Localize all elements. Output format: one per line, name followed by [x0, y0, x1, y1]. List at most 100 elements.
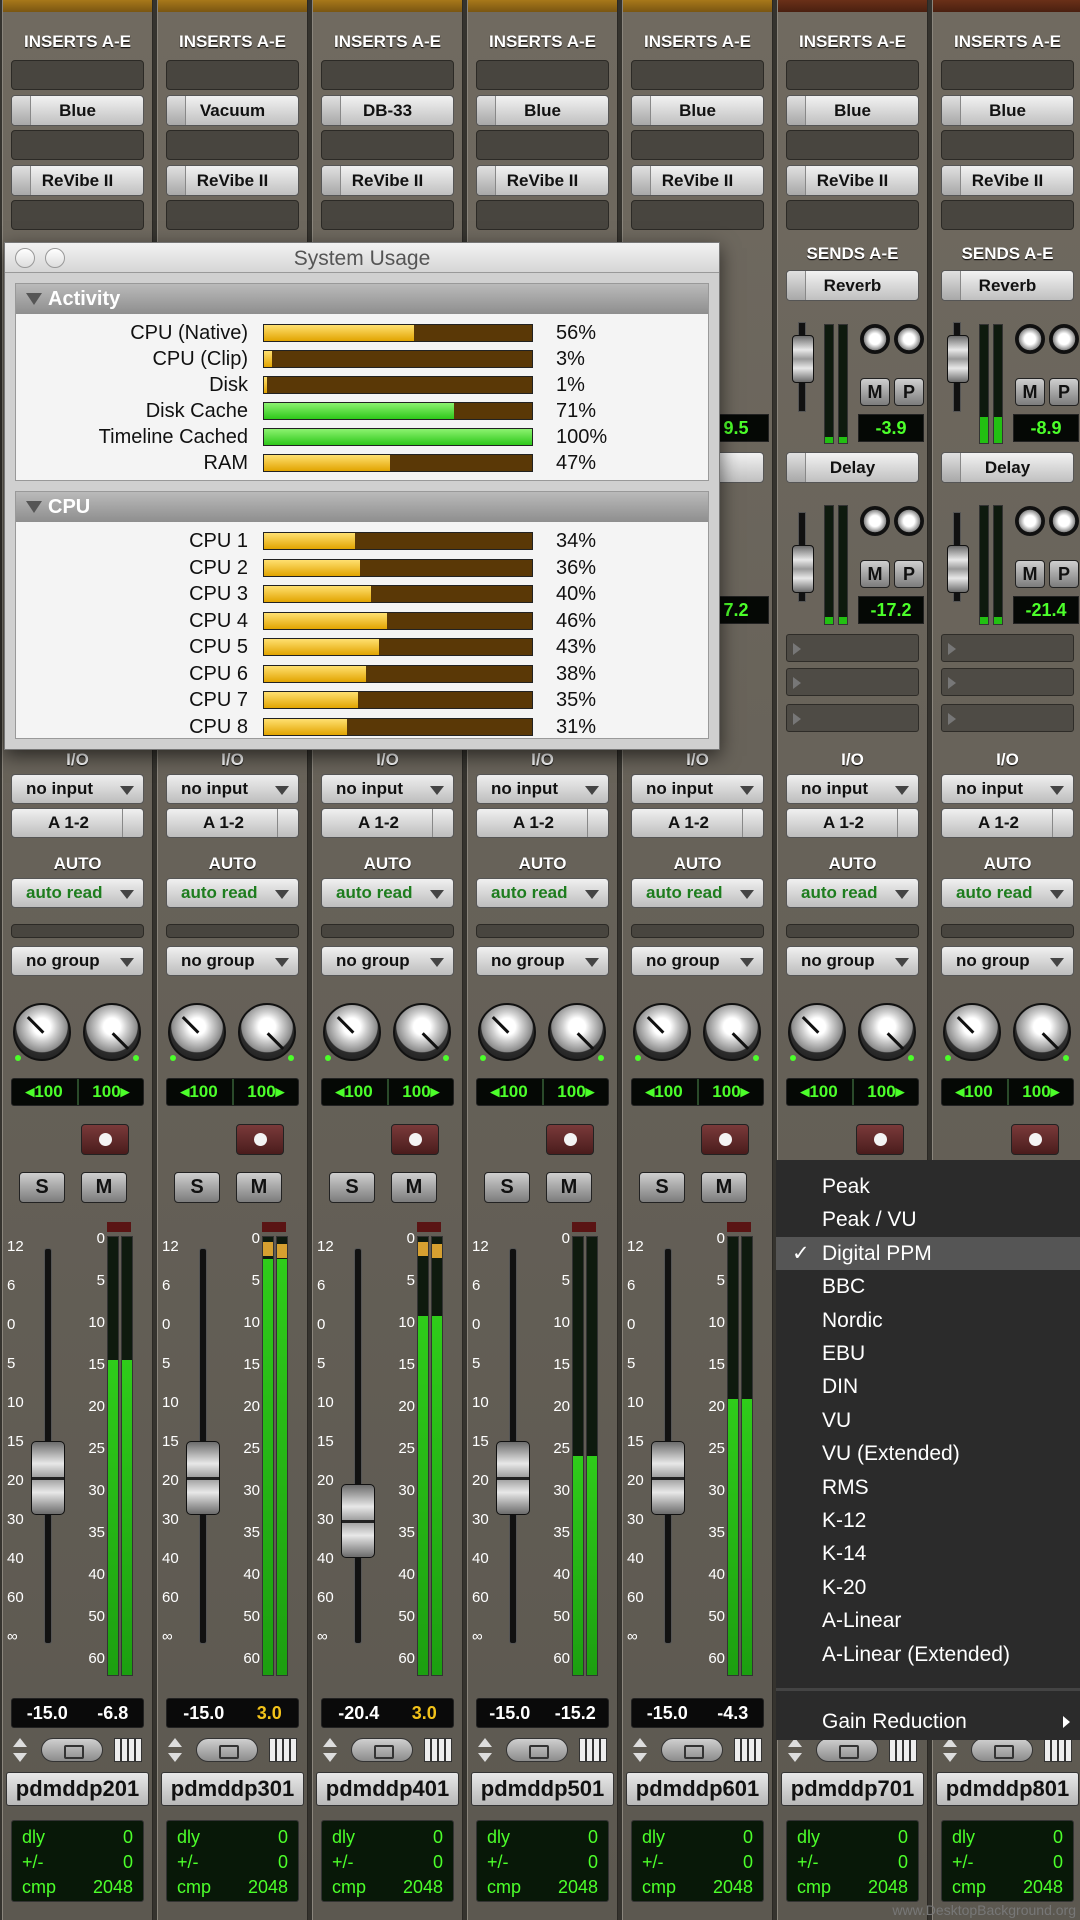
pan-left-knob[interactable] [633, 1003, 691, 1061]
input-selector[interactable]: no input [631, 774, 764, 804]
send-slot-empty[interactable] [786, 634, 919, 662]
menu-item[interactable]: A-Linear (Extended) [776, 1638, 1080, 1671]
pan-left-knob[interactable] [478, 1003, 536, 1061]
insert-slot-empty[interactable] [941, 130, 1074, 160]
insert-slot-empty[interactable] [166, 60, 299, 90]
width-toggle-icon[interactable] [633, 1738, 647, 1762]
insert-slot-empty[interactable] [476, 60, 609, 90]
send-a-level-knob[interactable] [1015, 324, 1045, 354]
solo-button[interactable]: S [484, 1172, 530, 1203]
pan-left-knob[interactable] [788, 1003, 846, 1061]
pan-right-knob[interactable] [83, 1003, 141, 1061]
insert-slot-b[interactable]: ReVibe II [941, 165, 1074, 196]
pan-left-knob[interactable] [943, 1003, 1001, 1061]
clip-indicator[interactable] [572, 1222, 596, 1232]
send-a-pan-knob[interactable] [894, 324, 924, 354]
insert-slot-b[interactable]: ReVibe II [786, 165, 919, 196]
send-a-pan-knob[interactable] [1049, 324, 1079, 354]
menu-item[interactable]: Peak [776, 1170, 1080, 1203]
insert-slot-empty[interactable] [476, 200, 609, 230]
peak-value[interactable]: -6.8 [97, 1699, 128, 1727]
insert-slot-empty[interactable] [786, 200, 919, 230]
group-selector[interactable]: no group [11, 946, 144, 976]
pan-left-knob[interactable] [323, 1003, 381, 1061]
window-link-icon[interactable] [661, 1738, 723, 1762]
send-b-mute-button[interactable]: M [860, 560, 890, 588]
output-selector[interactable]: A 1-2 [631, 808, 764, 838]
group-selector[interactable]: no group [786, 946, 919, 976]
record-enable-button[interactable] [1011, 1124, 1059, 1155]
menu-item[interactable]: K-12 [776, 1504, 1080, 1537]
width-toggle-icon[interactable] [478, 1738, 492, 1762]
track-name[interactable]: pdmddp501 [471, 1772, 614, 1806]
send-a-button[interactable]: Reverb [941, 270, 1074, 301]
mute-button[interactable]: M [546, 1172, 592, 1203]
insert-slot-empty[interactable] [321, 130, 454, 160]
send-slot-empty[interactable] [941, 704, 1074, 732]
volume-value[interactable]: -15.0 [27, 1699, 68, 1727]
send-b-pan-knob[interactable] [1049, 506, 1079, 536]
peak-value[interactable]: -4.3 [717, 1699, 748, 1727]
insert-slot-empty[interactable] [941, 200, 1074, 230]
clip-indicator[interactable] [262, 1222, 286, 1232]
record-enable-button[interactable] [701, 1124, 749, 1155]
menu-item[interactable]: K-14 [776, 1537, 1080, 1570]
send-b-button[interactable]: Delay [786, 452, 919, 483]
pan-left-knob[interactable] [13, 1003, 71, 1061]
input-selector[interactable]: no input [321, 774, 454, 804]
menu-item[interactable]: VU (Extended) [776, 1437, 1080, 1470]
solo-button[interactable]: S [19, 1172, 65, 1203]
insert-slot-b[interactable]: ReVibe II [631, 165, 764, 196]
width-toggle-icon[interactable] [168, 1738, 182, 1762]
insert-slot-empty[interactable] [321, 60, 454, 90]
volume-fader-cap[interactable] [31, 1440, 65, 1515]
width-toggle-icon[interactable] [943, 1738, 957, 1762]
send-b-mute-button[interactable]: M [1015, 560, 1045, 588]
track-name[interactable]: pdmddp601 [626, 1772, 769, 1806]
track-name[interactable]: pdmddp401 [316, 1772, 459, 1806]
track-name[interactable]: pdmddp701 [781, 1772, 924, 1806]
insert-slot-a[interactable]: Blue [631, 95, 764, 126]
insert-slot-empty[interactable] [166, 200, 299, 230]
midi-keyboard-icon[interactable] [1044, 1738, 1072, 1762]
automation-mode-selector[interactable]: auto read [476, 878, 609, 908]
midi-keyboard-icon[interactable] [579, 1738, 607, 1762]
pan-right-knob[interactable] [548, 1003, 606, 1061]
menu-item[interactable]: EBU [776, 1337, 1080, 1370]
automation-mode-selector[interactable]: auto read [11, 878, 144, 908]
window-link-icon[interactable] [506, 1738, 568, 1762]
track-name[interactable]: pdmddp201 [6, 1772, 149, 1806]
cpu-header[interactable]: CPU [16, 492, 708, 522]
solo-button[interactable]: S [639, 1172, 685, 1203]
record-enable-button[interactable] [81, 1124, 129, 1155]
menu-item[interactable]: Peak / VU [776, 1203, 1080, 1236]
automation-mode-selector[interactable]: auto read [321, 878, 454, 908]
send-slot-empty[interactable] [786, 668, 919, 696]
midi-keyboard-icon[interactable] [424, 1738, 452, 1762]
group-selector[interactable]: no group [631, 946, 764, 976]
width-toggle-icon[interactable] [323, 1738, 337, 1762]
midi-keyboard-icon[interactable] [889, 1738, 917, 1762]
send-a-fader-cap[interactable] [947, 335, 969, 383]
solo-button[interactable]: S [174, 1172, 220, 1203]
window-link-icon[interactable] [971, 1738, 1033, 1762]
send-a-mute-button[interactable]: M [860, 378, 890, 406]
volume-fader-cap[interactable] [651, 1440, 685, 1515]
send-b-level-knob[interactable] [860, 506, 890, 536]
insert-slot-a[interactable]: Blue [476, 95, 609, 126]
volume-fader-cap[interactable] [496, 1440, 530, 1515]
clip-indicator[interactable] [727, 1222, 751, 1232]
pan-right-knob[interactable] [1013, 1003, 1071, 1061]
insert-slot-b[interactable]: ReVibe II [476, 165, 609, 196]
clip-indicator[interactable] [107, 1222, 131, 1232]
mute-button[interactable]: M [701, 1172, 747, 1203]
input-selector[interactable]: no input [786, 774, 919, 804]
insert-slot-b[interactable]: ReVibe II [11, 165, 144, 196]
output-selector[interactable]: A 1-2 [321, 808, 454, 838]
record-enable-button[interactable] [236, 1124, 284, 1155]
window-link-icon[interactable] [196, 1738, 258, 1762]
menu-item[interactable]: BBC [776, 1270, 1080, 1303]
volume-value[interactable]: -20.4 [338, 1699, 379, 1727]
menu-item[interactable]: Digital PPM [776, 1236, 1080, 1270]
width-toggle-icon[interactable] [788, 1738, 802, 1762]
